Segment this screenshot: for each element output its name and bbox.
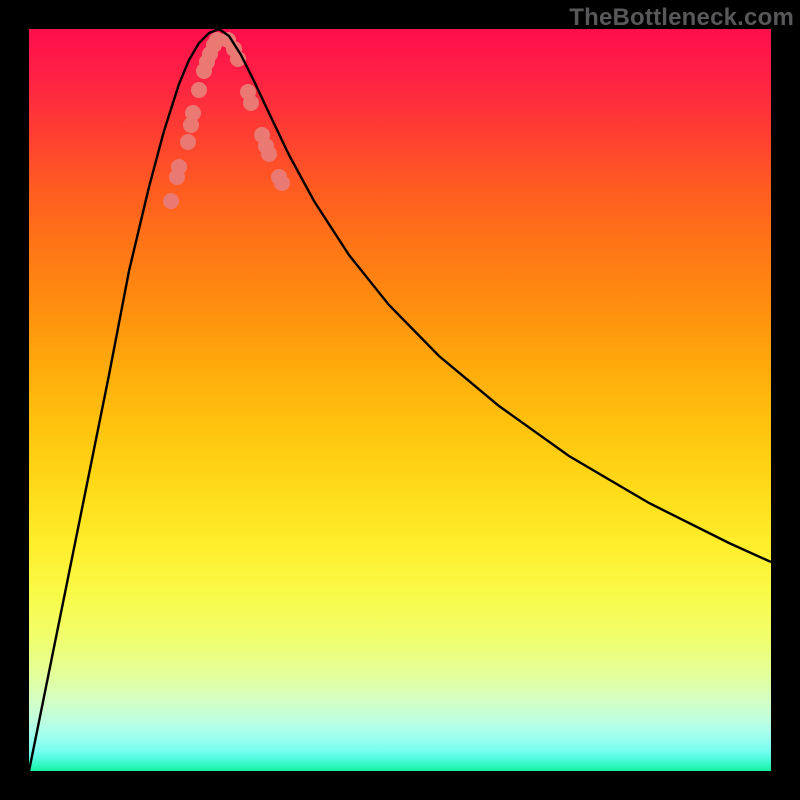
data-marker xyxy=(180,134,196,150)
data-marker xyxy=(243,95,259,111)
data-marker xyxy=(191,82,207,98)
brand-watermark: TheBottleneck.com xyxy=(569,4,794,32)
data-marker xyxy=(261,146,277,162)
chart-frame: TheBottleneck.com xyxy=(0,0,800,800)
data-marker xyxy=(171,159,187,175)
markers-group xyxy=(163,32,290,209)
chart-svg xyxy=(29,29,771,771)
data-marker xyxy=(274,175,290,191)
data-marker xyxy=(185,105,201,121)
right-curve xyxy=(219,29,771,562)
data-marker xyxy=(163,193,179,209)
plot-area xyxy=(29,29,771,771)
